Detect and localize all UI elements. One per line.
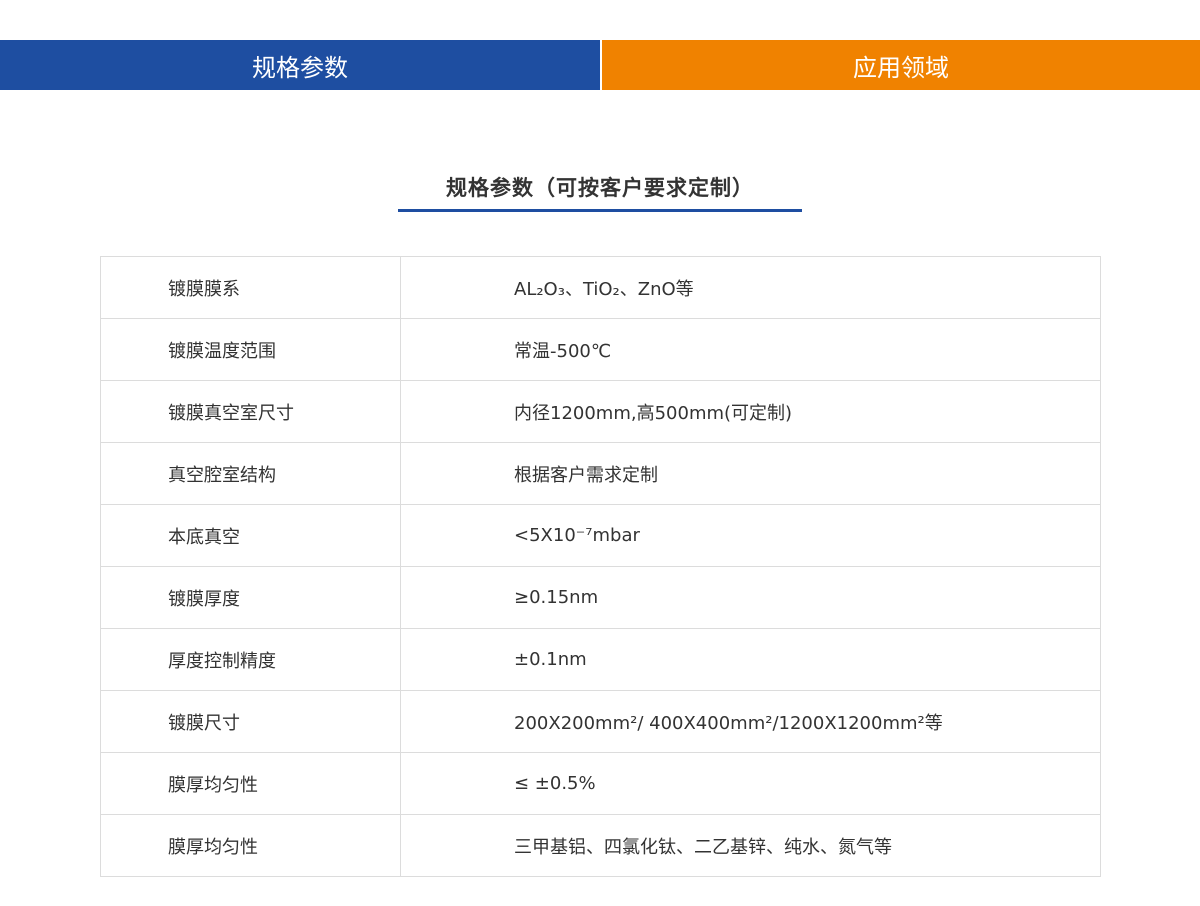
row-label: 镀膜尺寸: [100, 690, 401, 753]
section-title: 规格参数（可按客户要求定制）: [446, 176, 754, 200]
row-label: 镀膜真空室尺寸: [100, 380, 401, 443]
row-value: 根据客户需求定制: [400, 442, 1101, 505]
tab-specs[interactable]: 规格参数: [0, 40, 600, 90]
row-value: 内径1200mm,高500mm(可定制): [400, 380, 1101, 443]
table-row: 膜厚均匀性 ≤ ±0.5%: [100, 752, 1101, 815]
table-row: 本底真空 <5X10⁻⁷mbar: [100, 504, 1101, 567]
table-row: 镀膜尺寸 200X200mm²/ 400X400mm²/1200X1200mm²…: [100, 690, 1101, 753]
row-value: ±0.1nm: [400, 628, 1101, 691]
row-label: 镀膜温度范围: [100, 318, 401, 381]
spec-table: 镀膜膜系 AL₂O₃、TiO₂、ZnO等 镀膜温度范围 常温-500℃ 镀膜真空…: [100, 256, 1101, 877]
row-label: 厚度控制精度: [100, 628, 401, 691]
table-row: 镀膜真空室尺寸 内径1200mm,高500mm(可定制): [100, 380, 1101, 443]
row-value: 三甲基铝、四氯化钛、二乙基锌、纯水、氮气等: [400, 814, 1101, 877]
row-value: ≤ ±0.5%: [400, 752, 1101, 815]
row-label: 膜厚均匀性: [100, 752, 401, 815]
table-row: 真空腔室结构 根据客户需求定制: [100, 442, 1101, 505]
table-row: 厚度控制精度 ±0.1nm: [100, 628, 1101, 691]
row-value: <5X10⁻⁷mbar: [400, 504, 1101, 567]
tab-bar: 规格参数 应用领域: [0, 40, 1200, 90]
table-row: 镀膜厚度 ≥0.15nm: [100, 566, 1101, 629]
table-row: 镀膜温度范围 常温-500℃: [100, 318, 1101, 381]
table-row: 膜厚均匀性 三甲基铝、四氯化钛、二乙基锌、纯水、氮气等: [100, 814, 1101, 877]
row-label: 镀膜厚度: [100, 566, 401, 629]
row-label: 膜厚均匀性: [100, 814, 401, 877]
row-label: 真空腔室结构: [100, 442, 401, 505]
tab-applications[interactable]: 应用领域: [600, 40, 1200, 90]
row-value: 常温-500℃: [400, 318, 1101, 381]
row-value: AL₂O₃、TiO₂、ZnO等: [400, 256, 1101, 319]
row-value: ≥0.15nm: [400, 566, 1101, 629]
table-row: 镀膜膜系 AL₂O₃、TiO₂、ZnO等: [100, 256, 1101, 319]
row-label: 本底真空: [100, 504, 401, 567]
row-value: 200X200mm²/ 400X400mm²/1200X1200mm²等: [400, 690, 1101, 753]
row-label: 镀膜膜系: [100, 256, 401, 319]
title-underline: [398, 209, 802, 212]
